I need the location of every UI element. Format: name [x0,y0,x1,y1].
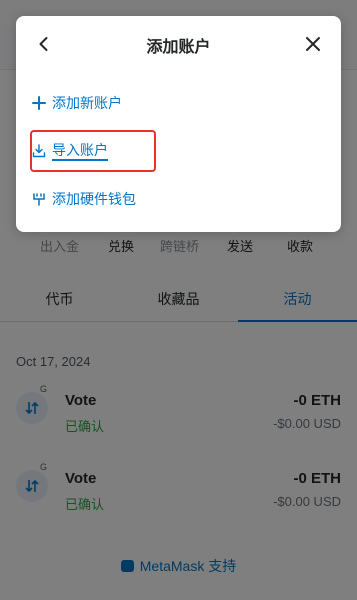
plus-icon [32,96,46,110]
modal-title: 添加账户 [146,39,211,56]
add-hardware-wallet-label: 添加硬件钱包 [52,191,136,207]
close-icon [306,37,320,51]
download-icon [32,144,46,158]
add-new-account-button[interactable]: 添加新账户 [32,91,122,115]
close-button[interactable] [303,34,323,54]
add-account-modal: 添加账户 添加新账户 导入账户 添加硬件钱包 [16,16,341,232]
add-new-account-label: 添加新账户 [52,95,122,111]
usb-icon [32,192,46,206]
add-hardware-wallet-button[interactable]: 添加硬件钱包 [32,187,136,211]
import-account-button[interactable]: 导入账户 [30,130,156,172]
import-account-label: 导入账户 [52,141,108,161]
